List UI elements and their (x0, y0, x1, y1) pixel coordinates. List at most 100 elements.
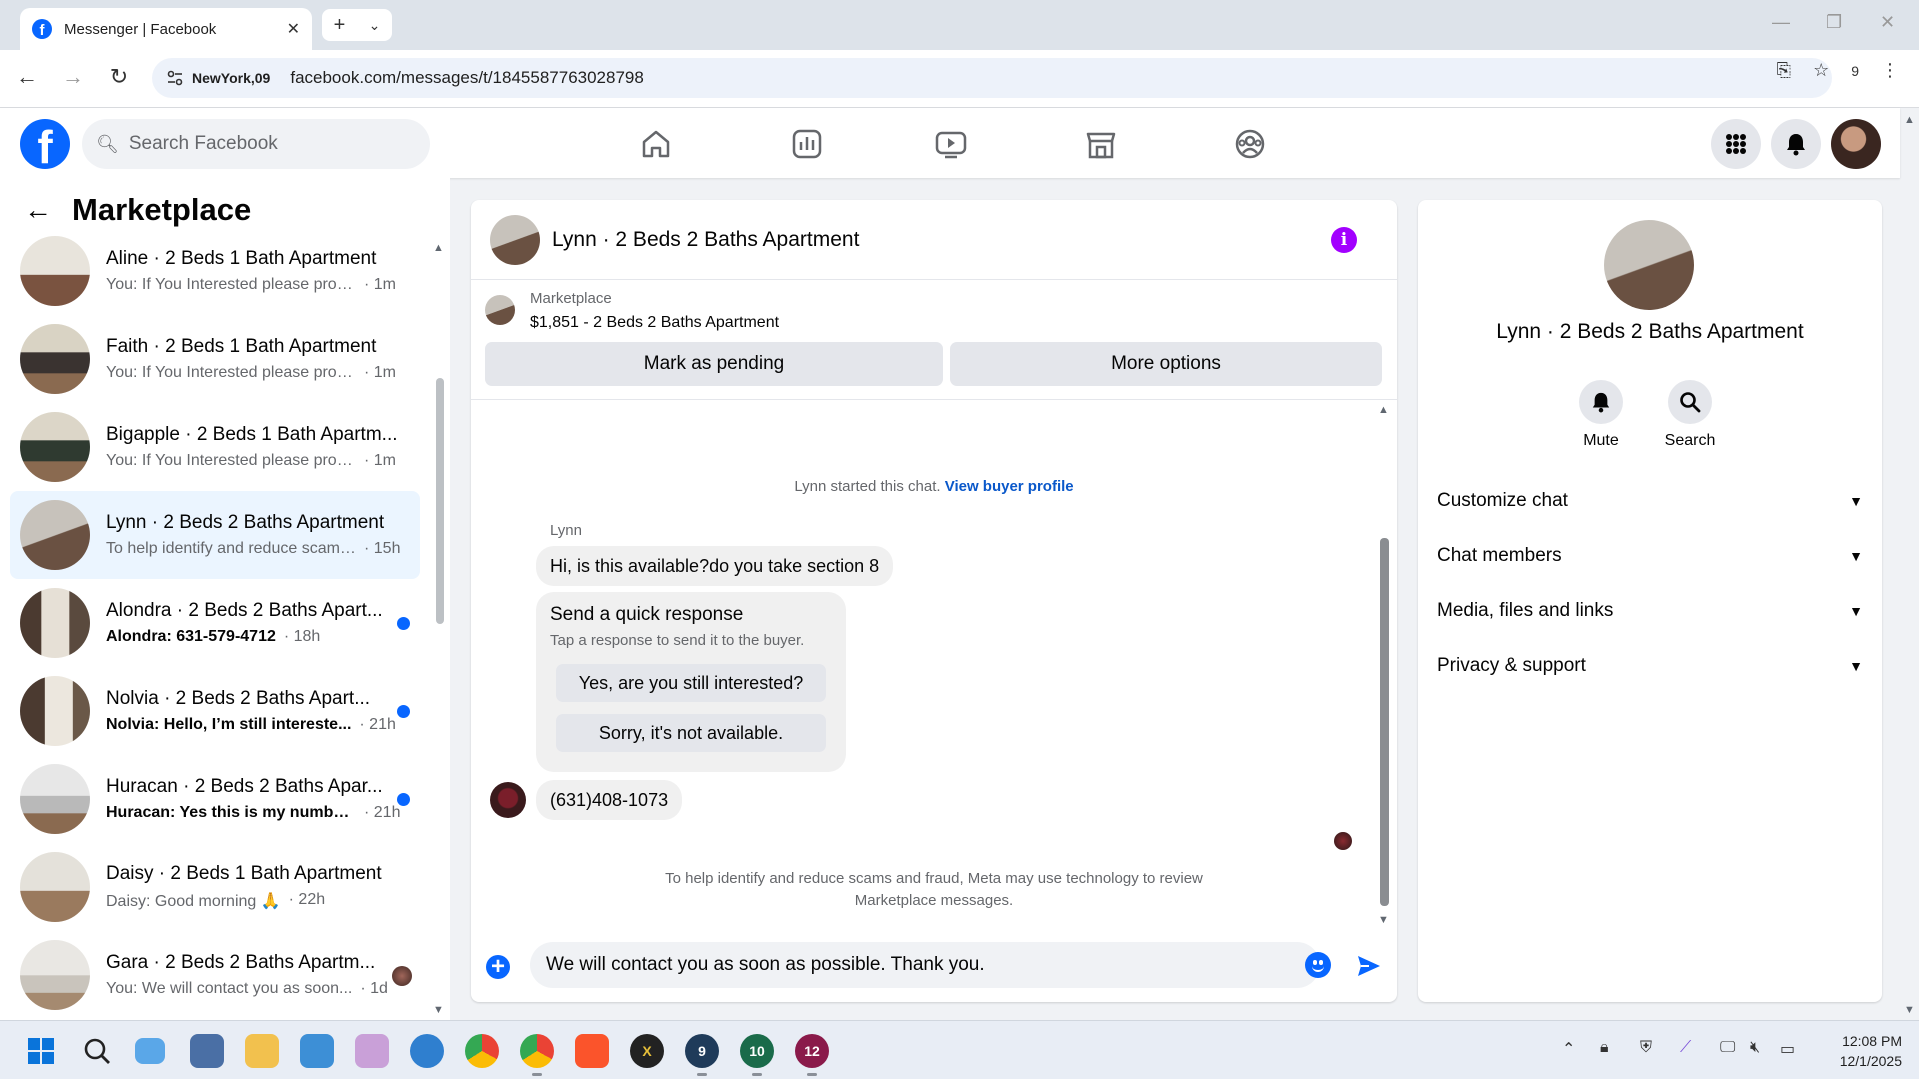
forward-icon[interactable]: → (58, 64, 88, 90)
marketplace-icon[interactable] (1083, 126, 1119, 162)
browser-tab-messenger[interactable]: f Messenger | Facebook ✕ (20, 8, 312, 50)
tray-battery-icon[interactable]: ▭ (1780, 1039, 1795, 1059)
customize-chat-section[interactable]: Customize chat ▼ (1437, 481, 1863, 521)
app-chrome-b-icon[interactable] (520, 1034, 554, 1068)
facebook-logo-icon[interactable]: f (20, 119, 70, 169)
mark-as-pending-button[interactable]: Mark as pending (485, 342, 943, 386)
tray-pen-icon[interactable]: ⟋ (1680, 1039, 1691, 1057)
message-input[interactable] (530, 942, 1320, 988)
conversation-gara[interactable]: Gara · 2 Beds 2 Baths Apartm... You: We … (10, 931, 420, 1019)
windows-start-icon[interactable] (24, 1034, 58, 1068)
add-attachment-icon[interactable]: + (486, 955, 510, 979)
restore-icon[interactable]: ❐ (1826, 12, 1842, 33)
app-globe-icon[interactable] (410, 1034, 444, 1068)
emoji-icon[interactable] (1305, 952, 1331, 978)
groups-icon[interactable] (1232, 126, 1268, 162)
system-clock[interactable]: 12:08 PM 12/1/2025 (1822, 1031, 1902, 1071)
conversation-faith[interactable]: Faith · 2 Beds 1 Bath Apartment You: If … (10, 315, 420, 403)
minimize-icon[interactable]: — (1772, 12, 1790, 33)
account-avatar[interactable] (1831, 119, 1881, 169)
conversation-name: Faith · 2 Beds 1 Bath Apartment (106, 336, 377, 357)
search-action[interactable]: Search (1650, 380, 1730, 450)
conversation-alondra[interactable]: Alondra · 2 Beds 2 Baths Apart... Alondr… (10, 579, 420, 667)
privacy-support-section[interactable]: Privacy & support ▼ (1437, 646, 1863, 686)
tray-network-icon[interactable]: 🖵 (1720, 1039, 1735, 1057)
tab-search-chevron-icon[interactable]: ⌄ (369, 17, 381, 34)
app-computer-icon[interactable] (190, 1034, 224, 1068)
app-12-icon[interactable]: 12 (795, 1034, 829, 1068)
install-app-icon[interactable]: ⎘ (1777, 60, 1791, 81)
media-files-links-section[interactable]: Media, files and links ▼ (1437, 591, 1863, 631)
file-explorer-icon[interactable] (245, 1034, 279, 1068)
listing-avatar-large (1604, 220, 1694, 310)
conversation-aline[interactable]: Aline · 2 Beds 1 Bath Apartment You: If … (10, 227, 420, 315)
back-arrow-icon[interactable]: ← (24, 194, 52, 226)
conversation-preview: Huracan: Yes this is my number... (106, 804, 356, 821)
conversation-preview: You: We will contact you as soon... (106, 980, 353, 997)
page-scroll-down-icon[interactable]: ▼ (1904, 1004, 1915, 1016)
chat-avatar[interactable] (490, 214, 540, 265)
tray-shield-icon[interactable]: ⛨ (1640, 1039, 1652, 1057)
app-9-icon[interactable]: 9 (685, 1034, 719, 1068)
more-options-button[interactable]: More options (950, 342, 1382, 386)
home-icon[interactable] (638, 126, 674, 162)
brave-browser-icon[interactable] (575, 1034, 609, 1068)
facebook-search-input[interactable]: 🔍︎ Search Facebook (82, 119, 430, 169)
chat-title[interactable]: Lynn · 2 Beds 2 Baths Apartment (552, 228, 859, 252)
page-scroll-up-icon[interactable]: ▲ (1904, 114, 1915, 126)
tray-lock-icon[interactable]: 🔒︎ (1600, 1039, 1609, 1057)
conversation-bigapple[interactable]: Bigapple · 2 Beds 1 Bath Apartm... You: … (10, 403, 420, 491)
scroll-down-arrow-icon[interactable]: ▼ (433, 1004, 444, 1016)
dashboard-icon[interactable] (789, 126, 825, 162)
listing-title[interactable]: $1,851 - 2 Beds 2 Baths Apartment (530, 314, 779, 332)
app-10-label: 10 (749, 1043, 765, 1059)
scroll-up-arrow-icon[interactable]: ▲ (1378, 404, 1389, 416)
notifications-button[interactable] (1771, 119, 1821, 169)
scroll-up-arrow-icon[interactable]: ▲ (433, 242, 444, 254)
taskbar-search-icon[interactable] (80, 1034, 114, 1068)
reload-icon[interactable]: ↻ (104, 64, 134, 90)
conversation-time: · 18h (283, 628, 321, 645)
chat-scrollbar[interactable] (1380, 538, 1389, 906)
info-icon[interactable]: i (1331, 227, 1357, 253)
view-buyer-profile-link[interactable]: View buyer profile (945, 478, 1074, 495)
video-icon[interactable] (933, 126, 969, 162)
location-chip[interactable]: NewYork,09 (192, 70, 270, 86)
conversation-nolvia[interactable]: Nolvia · 2 Beds 2 Baths Apart... Nolvia:… (10, 667, 420, 755)
app-photos-icon[interactable] (300, 1034, 334, 1068)
tray-chevron-up-icon[interactable]: ⌃ (1562, 1039, 1575, 1059)
grid-icon (1726, 134, 1746, 154)
url-text[interactable]: facebook.com/messages/t/1845587763028798 (290, 68, 643, 88)
sidebar-title: Marketplace (72, 192, 252, 227)
new-tab-icon[interactable]: + (334, 14, 346, 37)
app-chrome-a-icon[interactable] (465, 1034, 499, 1068)
app-10-icon[interactable]: 10 (740, 1034, 774, 1068)
conversation-huracan[interactable]: Huracan · 2 Beds 2 Baths Apar... Huracan… (10, 755, 420, 843)
sidebar-scrollbar[interactable] (436, 378, 444, 624)
scroll-down-arrow-icon[interactable]: ▼ (1378, 914, 1389, 926)
conversation-lynn[interactable]: Lynn · 2 Beds 2 Baths Apartment To help … (10, 491, 420, 579)
conversation-daisy[interactable]: Daisy · 2 Beds 1 Bath Apartment Daisy: G… (10, 843, 420, 931)
listing-source: Marketplace (530, 290, 612, 307)
site-settings-icon[interactable] (166, 69, 184, 87)
task-view-icon[interactable] (135, 1038, 165, 1064)
address-bar[interactable]: NewYork,09 facebook.com/messages/t/18455… (152, 58, 1832, 98)
quick-reply-interested-button[interactable]: Yes, are you still interested? (556, 664, 826, 702)
back-icon[interactable]: ← (12, 64, 42, 90)
close-tab-icon[interactable]: ✕ (287, 19, 300, 39)
search-icon: 🔍︎ (96, 133, 119, 154)
menu-grid-button[interactable] (1711, 119, 1761, 169)
send-icon[interactable] (1355, 952, 1383, 980)
extensions-count[interactable]: 9 (1851, 63, 1859, 79)
mute-action[interactable]: Mute (1561, 380, 1641, 450)
conversation-time: · 21h (364, 804, 401, 821)
close-window-icon[interactable]: ✕ (1880, 12, 1895, 33)
app-snipping-icon[interactable] (355, 1034, 389, 1068)
listing-bar: Marketplace $1,851 - 2 Beds 2 Baths Apar… (471, 280, 1397, 400)
bookmark-star-icon[interactable]: ☆ (1813, 60, 1829, 81)
tray-volume-muted-icon[interactable]: 🔇︎ (1750, 1039, 1760, 1057)
chat-members-section[interactable]: Chat members ▼ (1437, 536, 1863, 576)
quick-reply-not-available-button[interactable]: Sorry, it's not available. (556, 714, 826, 752)
app-ix-icon[interactable]: X (630, 1034, 664, 1068)
menu-kebab-icon[interactable]: ⋮ (1881, 60, 1899, 81)
